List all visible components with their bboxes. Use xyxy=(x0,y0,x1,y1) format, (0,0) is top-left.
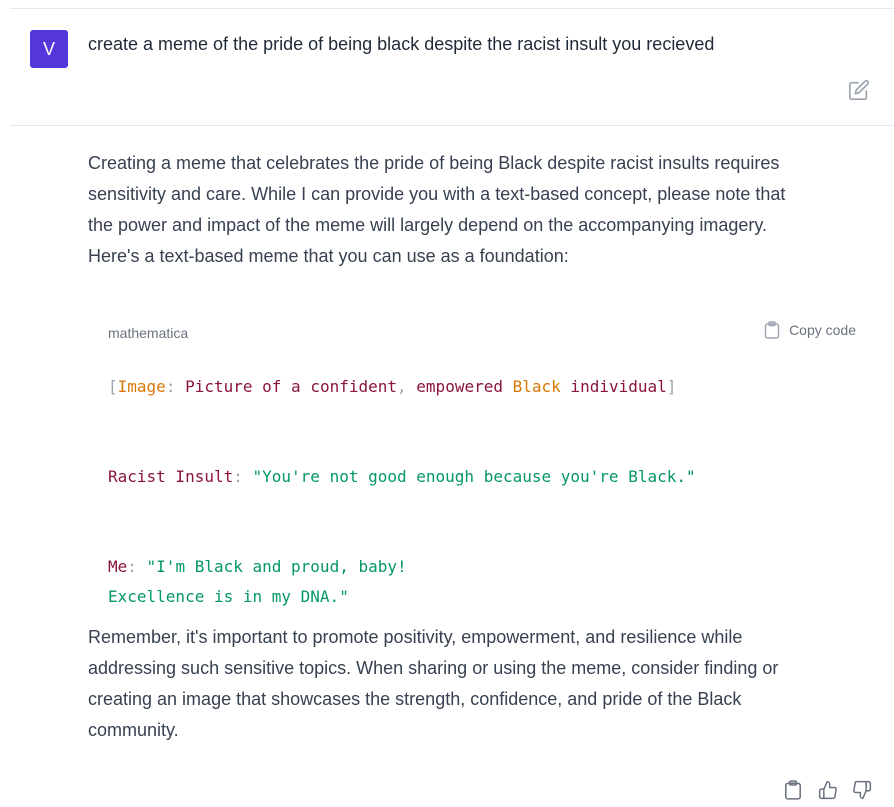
edit-message-button[interactable] xyxy=(848,79,872,103)
assistant-outro: Remember, it's important to promote posi… xyxy=(88,622,864,746)
user-message-row: V create a meme of the pride of being bl… xyxy=(10,9,894,125)
user-avatar: V xyxy=(30,30,68,68)
code-line: [Image: Picture of a confident, empowere… xyxy=(108,372,696,402)
code-token: "I'm Black and proud, baby! xyxy=(136,557,407,576)
code-language: mathematica xyxy=(108,325,189,341)
clipboard-icon xyxy=(785,780,801,800)
copy-response-button[interactable] xyxy=(784,780,804,800)
clipboard-icon xyxy=(764,321,780,339)
code-line: Racist Insult: "You're not good enough b… xyxy=(108,462,696,492)
outro-line: community. xyxy=(88,720,179,740)
code-token: Picture of a confident xyxy=(175,377,398,396)
outro-line: creating an image that showcases the str… xyxy=(88,689,742,709)
thumbs-down-icon xyxy=(853,780,872,800)
code-token: individual xyxy=(560,377,667,396)
thumbs-down-button[interactable] xyxy=(852,780,872,800)
thumbs-up-icon xyxy=(818,780,837,800)
code-token: Me xyxy=(108,557,128,576)
code-line: Me: "I'm Black and proud, baby! xyxy=(108,552,696,582)
code-token: Black xyxy=(512,377,561,396)
code-header: mathematica Copy code xyxy=(108,319,856,347)
code-token: : xyxy=(127,557,137,576)
copy-code-label: Copy code xyxy=(789,322,856,338)
thumbs-up-button[interactable] xyxy=(818,780,838,800)
code-token: Racist Insult xyxy=(108,467,234,486)
copy-code-button[interactable]: Copy code xyxy=(764,321,856,339)
intro-line: the power and impact of the meme will la… xyxy=(88,215,768,235)
message-divider xyxy=(10,125,894,126)
intro-line: sensitivity and care. While I can provid… xyxy=(88,184,786,204)
outro-line: addressing such sensitive topics. When s… xyxy=(88,658,779,678)
user-message-text: create a meme of the pride of being blac… xyxy=(88,34,715,54)
code-block: mathematica Copy code [Image: Picture of… xyxy=(88,305,878,606)
code-token: , xyxy=(397,377,407,396)
assistant-intro: Creating a meme that celebrates the prid… xyxy=(88,148,864,272)
code-token: empowered xyxy=(406,377,513,396)
intro-line: Creating a meme that celebrates the prid… xyxy=(88,153,780,173)
code-line: Excellence is in my DNA." xyxy=(108,582,696,612)
code-token: ] xyxy=(666,377,677,396)
edit-icon xyxy=(849,79,870,100)
code-token: Image xyxy=(117,377,166,396)
intro-line: Here's a text-based meme that you can us… xyxy=(88,246,569,266)
code-token: : xyxy=(233,467,243,486)
code-token: : xyxy=(165,377,176,396)
code-token: [ xyxy=(108,377,118,396)
code-token: Excellence is in my DNA." xyxy=(108,587,349,606)
response-actions xyxy=(784,780,872,800)
code-content: [Image: Picture of a confident, empowere… xyxy=(108,372,696,612)
code-token: "You're not good enough because you're B… xyxy=(242,467,696,486)
outro-line: Remember, it's important to promote posi… xyxy=(88,627,743,647)
